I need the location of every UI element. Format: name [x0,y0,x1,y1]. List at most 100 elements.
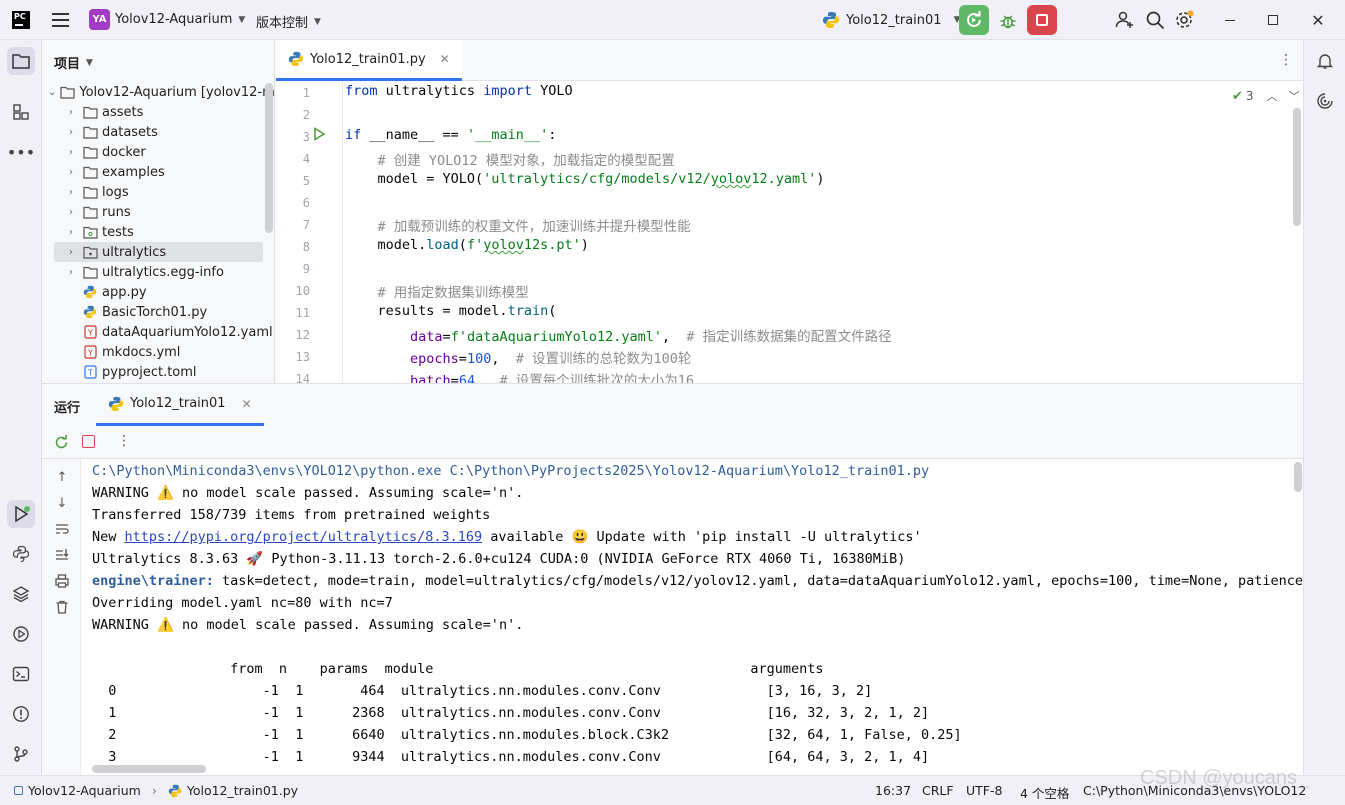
bug-icon [1000,15,1016,29]
editor-scrollbar[interactable] [1293,108,1301,226]
run-tool-button[interactable] [7,500,35,528]
notifications-button[interactable] [1311,47,1339,75]
line-number: 1 [302,86,310,100]
stop-button[interactable] [1027,5,1057,35]
chevron-down-icon: ⌄ [48,86,57,98]
tree-item[interactable]: app.py [42,282,274,302]
rerun-console-button[interactable] [54,435,69,454]
indent-setting[interactable]: 4 个空格 [1020,783,1069,802]
debug-button[interactable] [995,8,1021,34]
tree-item[interactable]: › logs [42,182,274,202]
tree-item-label: runs [102,204,131,220]
editor-tab[interactable]: Yolo12_train01.py ✕ [276,40,462,81]
vcs-menu[interactable]: 版本控制 ▼ [256,12,321,31]
folder-icon [12,54,30,69]
chevron-down-icon: ▼ [86,57,93,68]
print-button[interactable] [52,571,72,591]
pycharm-logo: PC [12,11,30,29]
code-line-4: # 创建 YOLO12 模型对象，加载指定的模型配置 [345,153,675,169]
tree-item[interactable]: Ymkdocs.yml [42,342,274,362]
code-area[interactable]: from ultralytics import YOLO if __name__… [342,82,1292,383]
problems-button[interactable] [7,700,35,728]
console-scrollbar[interactable] [1294,462,1302,492]
editor-tab-label: Yolo12_train01.py [310,51,426,67]
more-tools-button[interactable]: ••• [7,138,35,166]
ai-assistant-button[interactable] [1311,87,1339,115]
chevron-right-icon: › [151,783,157,798]
close-icon[interactable]: ✕ [242,397,252,411]
search-button[interactable] [1143,8,1167,32]
tree-item[interactable]: Tpyproject.toml [42,362,274,382]
run-config-selector[interactable]: Yolo12_train01 ▼ [822,11,961,29]
chevron-right-icon: › [69,226,73,238]
console-options-button[interactable]: ⋮ [117,433,131,449]
rerun-button[interactable] [959,5,989,35]
tree-item[interactable]: › ultralytics.egg-info [42,262,274,282]
line-number: 10 [295,284,310,298]
problems-icon [13,706,29,722]
tree-item[interactable]: › ultralytics [42,242,274,262]
line-number: 13 [295,350,310,364]
project-badge[interactable]: YA [89,9,110,30]
add-user-button[interactable] [1113,8,1137,32]
tree-item[interactable]: › datasets [42,122,274,142]
soft-wrap-button[interactable] [52,519,72,539]
chevron-down-icon[interactable]: ﹀ [1289,88,1300,104]
project-switcher[interactable]: Yolov12-Aquarium ▼ [115,12,245,27]
tree-item[interactable]: › tests [42,222,274,242]
project-scrollbar[interactable] [265,83,273,233]
tree-item[interactable]: YdataAquariumYolo12.yaml [42,322,274,342]
services-button[interactable] [7,620,35,648]
breadcrumb-project[interactable]: Yolov12-Aquarium [28,783,141,798]
clear-console-button[interactable] [52,597,72,617]
tab-options-button[interactable]: ⋮ [1279,52,1293,68]
left-tool-strip: ••• [0,40,42,775]
scroll-to-end-button[interactable] [52,545,72,565]
git-button[interactable] [7,740,35,768]
python-console-button[interactable] [7,540,35,568]
code-line-14: batch=64, # 设置每个训练批次的大小为16 [345,373,694,383]
run-gutter-button[interactable] [312,127,326,145]
console-output[interactable]: C:\Python\Miniconda3\envs\YOLO12\python.… [82,459,1303,776]
chevron-up-icon[interactable]: ︿ [1267,88,1278,104]
tree-item[interactable]: BasicTorch01.py [42,302,274,322]
scroll-end-icon [56,549,69,560]
tree-item[interactable]: › runs [42,202,274,222]
module-icon [14,786,23,795]
close-window-button[interactable]: ✕ [1298,0,1338,40]
python-packages-button[interactable] [7,580,35,608]
console-table-row: 2 -1 1 6640 ultralytics.nn.modules.block… [92,727,962,743]
project-tool-button[interactable] [7,47,35,75]
inspection-widget[interactable]: ✔ 3 ︿ ﹀ [1232,88,1300,104]
tree-root[interactable]: ⌄ Yolov12-Aquarium [yolov12-mai [42,82,274,102]
caret-position[interactable]: 16:37 [875,783,911,798]
folder-icon [82,205,98,219]
maximize-button[interactable] [1253,0,1293,40]
line-separator[interactable]: CRLF [922,783,954,798]
chevron-right-icon: › [69,166,73,178]
update-link[interactable]: https://pypi.org/project/ultralytics/8.3… [125,529,483,545]
structure-tool-button[interactable] [7,98,35,126]
bell-icon [1316,54,1334,69]
tree-item[interactable]: › assets [42,102,274,122]
console-hscrollbar[interactable] [92,765,206,773]
run-tab[interactable]: Yolo12_train01 ✕ [96,384,264,426]
tree-item-label: pyproject.toml [102,364,197,380]
minimize-button[interactable] [1210,0,1250,40]
file-encoding[interactable]: UTF-8 [966,783,1002,798]
watermark: CSDN @youcans_ [1140,767,1309,789]
breadcrumb-file[interactable]: Yolo12_train01.py [187,783,298,798]
stop-console-button[interactable] [82,435,95,448]
scroll-down-button[interactable]: ↓ [52,493,72,513]
code-line-5: model = YOLO('ultralytics/cfg/models/v12… [345,171,825,187]
project-panel-header[interactable]: 项目 ▼ [54,53,93,72]
stop-icon [1036,14,1048,26]
tree-item[interactable]: › examples [42,162,274,182]
chevron-right-icon: › [69,146,73,158]
settings-button[interactable] [1172,8,1196,32]
tree-item[interactable]: › docker [42,142,274,162]
scroll-up-button[interactable]: ↑ [52,467,72,487]
terminal-button[interactable] [7,660,35,688]
close-icon[interactable]: ✕ [440,52,450,66]
main-menu-button[interactable] [50,10,70,30]
